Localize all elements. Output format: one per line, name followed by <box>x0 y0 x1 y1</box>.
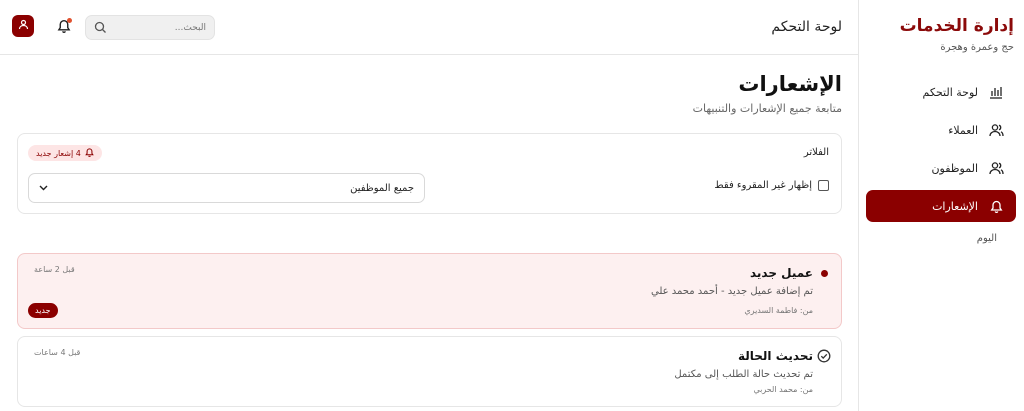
unread-only-label: إظهار غير المقروء فقط <box>714 180 812 191</box>
chevron-down-icon <box>39 183 48 194</box>
brand-title: إدارة الخدمات <box>899 16 1014 36</box>
notification-sender: من: فاطمة السديري <box>744 306 813 315</box>
notification-card[interactable]: تحديث الحالة تم تحديث حالة الطلب إلى مكت… <box>17 336 842 407</box>
sidebar-item-label: الإشعارات <box>932 199 978 213</box>
notifications-button[interactable] <box>54 16 74 38</box>
notification-time: قبل 4 ساعات <box>34 348 81 357</box>
sidebar-item-employees[interactable]: الموظفون <box>866 152 1016 184</box>
bell-icon <box>988 198 1004 214</box>
unread-only-toggle[interactable]: إظهار غير المقروء فقط <box>714 180 829 191</box>
group-label-today: اليوم <box>976 233 997 244</box>
sidebar-nav: لوحة التحكم العملاء الموظفون الإشعارات <box>866 76 1016 228</box>
users-icon <box>988 122 1004 138</box>
new-badge-text: 4 إشعار جديد <box>36 148 81 158</box>
new-badge: جديد <box>28 303 58 318</box>
search-box <box>85 15 215 40</box>
notification-time: قبل 2 ساعة <box>34 265 75 274</box>
notification-title: تحديث الحالة <box>737 349 813 363</box>
employee-select-value: جميع الموظفين <box>350 182 414 194</box>
sidebar-item-notifications[interactable]: الإشعارات <box>866 190 1016 222</box>
notification-title: عميل جديد <box>749 266 813 280</box>
notification-body: تم إضافة عميل جديد - أحمد محمد علي <box>650 286 813 297</box>
unread-only-checkbox[interactable] <box>818 180 829 191</box>
sidebar-item-dashboard[interactable]: لوحة التحكم <box>866 76 1016 108</box>
unread-indicator <box>817 266 831 280</box>
chart-icon <box>988 84 1004 100</box>
sidebar-item-label: الموظفون <box>931 161 978 175</box>
notification-body: تم تحديث حالة الطلب إلى مكتمل <box>674 369 813 380</box>
check-circle-icon <box>817 349 831 363</box>
notification-card[interactable]: عميل جديد تم إضافة عميل جديد - أحمد محمد… <box>17 253 842 329</box>
sidebar-item-label: لوحة التحكم <box>922 85 978 99</box>
sidebar-item-customers[interactable]: العملاء <box>866 114 1016 146</box>
brand-subtitle: حج وعمرة وهجرة <box>940 42 1014 53</box>
filters-label: الفلاتر <box>803 147 829 158</box>
header-title: لوحة التحكم <box>771 19 842 35</box>
sidebar-item-label: العملاء <box>948 123 978 137</box>
notification-sender: من: محمد الحربي <box>753 385 813 394</box>
filters-panel: الفلاتر 4 إشعار جديد إظهار غير المقروء ف… <box>17 133 842 214</box>
search-icon <box>94 21 107 37</box>
unread-dot <box>67 18 72 23</box>
user-group-icon <box>988 160 1004 176</box>
new-notifications-badge: 4 إشعار جديد <box>28 145 102 161</box>
sidebar: إدارة الخدمات حج وعمرة وهجرة لوحة التحكم… <box>858 0 1024 411</box>
bell-icon <box>85 147 94 159</box>
employee-select[interactable]: جميع الموظفين <box>28 173 425 203</box>
search-input[interactable] <box>106 22 206 33</box>
top-header: لوحة التحكم <box>0 0 858 55</box>
user-avatar[interactable] <box>12 15 34 37</box>
page-title: الإشعارات <box>738 72 842 96</box>
page-subtitle: متابعة جميع الإشعارات والتنبيهات <box>692 102 842 115</box>
user-icon <box>18 19 29 33</box>
